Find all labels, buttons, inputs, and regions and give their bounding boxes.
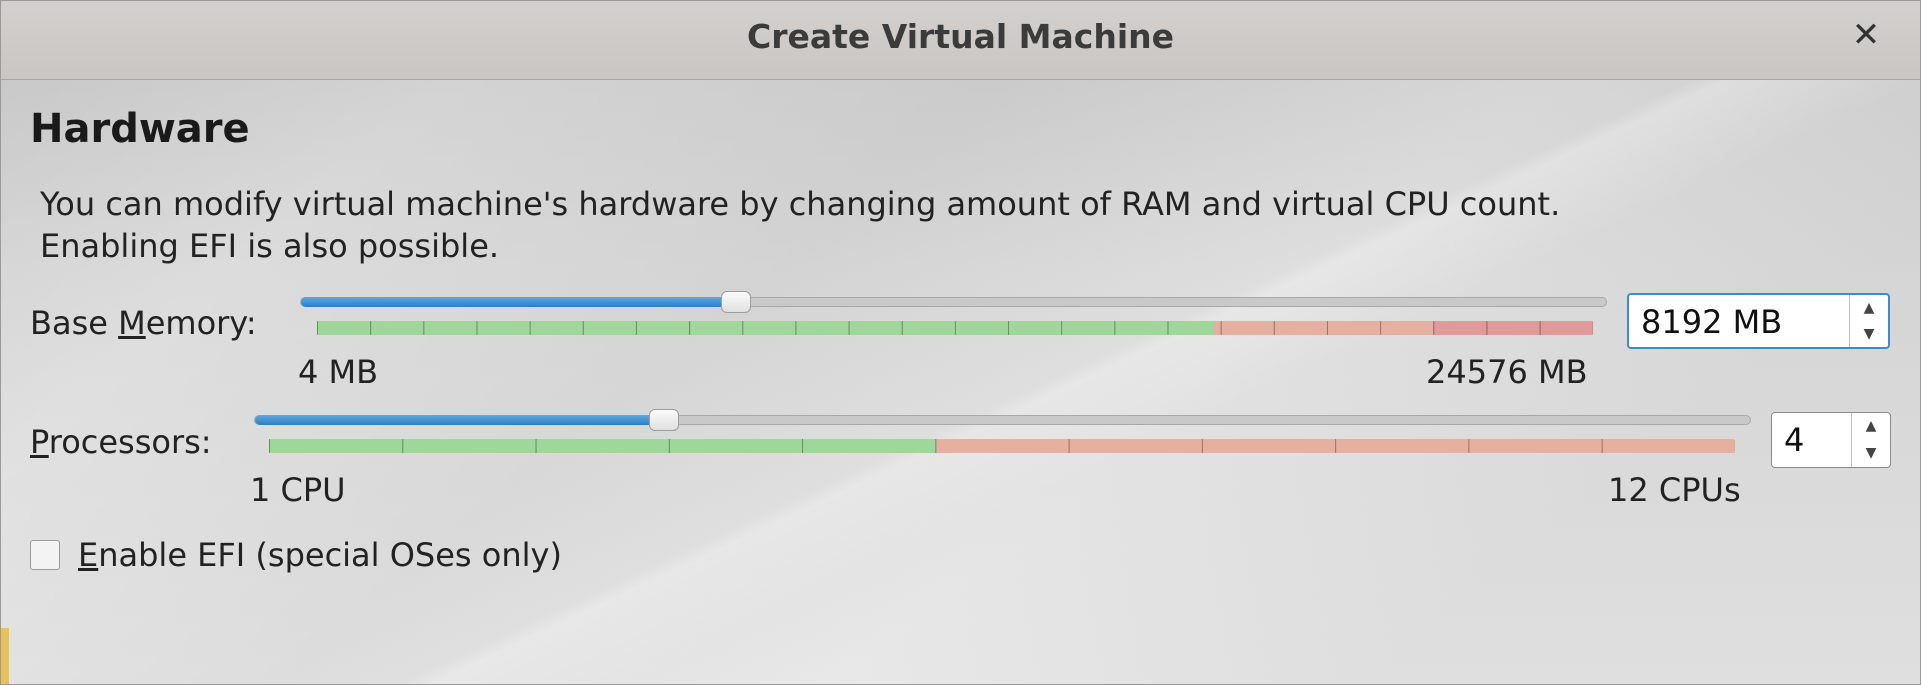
processors-slider-fill: [255, 415, 664, 425]
processors-min-label: 1 CPU: [250, 471, 346, 509]
memory-min-label: 4 MB: [298, 353, 379, 391]
spin-down-icon[interactable]: ▼: [1850, 321, 1888, 347]
base-memory-value[interactable]: 8192 MB: [1641, 303, 1782, 341]
base-memory-spinbox[interactable]: 8192 MB ▲ ▼: [1627, 293, 1890, 349]
create-vm-dialog: Create Virtual Machine ✕ Hardware You ca…: [0, 0, 1921, 685]
processors-slider[interactable]: [254, 409, 1751, 431]
base-memory-label: Base Memory:: [30, 304, 257, 342]
base-memory-slider-fill: [301, 297, 737, 307]
enable-efi-label[interactable]: Enable EFI (special OSes only): [78, 536, 562, 574]
processors-value[interactable]: 4: [1784, 421, 1804, 459]
spin-down-icon[interactable]: ▼: [1852, 440, 1890, 467]
close-icon[interactable]: ✕: [1846, 15, 1886, 55]
section-title: Hardware: [30, 106, 250, 152]
window-edge-accent: [1, 628, 9, 684]
section-description: You can modify virtual machine's hardwar…: [40, 185, 1561, 265]
processors-label: Processors:: [30, 423, 212, 461]
window-title: Create Virtual Machine: [746, 17, 1175, 56]
processors-max-label: 12 CPUs: [1608, 471, 1741, 509]
processor-ticks: [269, 439, 1735, 453]
processors-spinbox[interactable]: 4 ▲ ▼: [1771, 412, 1891, 468]
title-bar[interactable]: Create Virtual Machine ✕: [1, 1, 1920, 80]
processors-slider-handle[interactable]: [648, 409, 679, 431]
base-memory-spin-buttons: ▲ ▼: [1849, 295, 1888, 347]
memory-max-label: 24576 MB: [1426, 353, 1588, 391]
enable-efi-checkbox[interactable]: [30, 540, 60, 570]
base-memory-slider-handle[interactable]: [721, 291, 752, 313]
spin-up-icon[interactable]: ▲: [1850, 295, 1888, 321]
memory-ticks: [317, 321, 1593, 335]
spin-up-icon[interactable]: ▲: [1852, 413, 1890, 440]
base-memory-slider[interactable]: [300, 291, 1607, 313]
processors-spin-buttons: ▲ ▼: [1851, 413, 1890, 467]
